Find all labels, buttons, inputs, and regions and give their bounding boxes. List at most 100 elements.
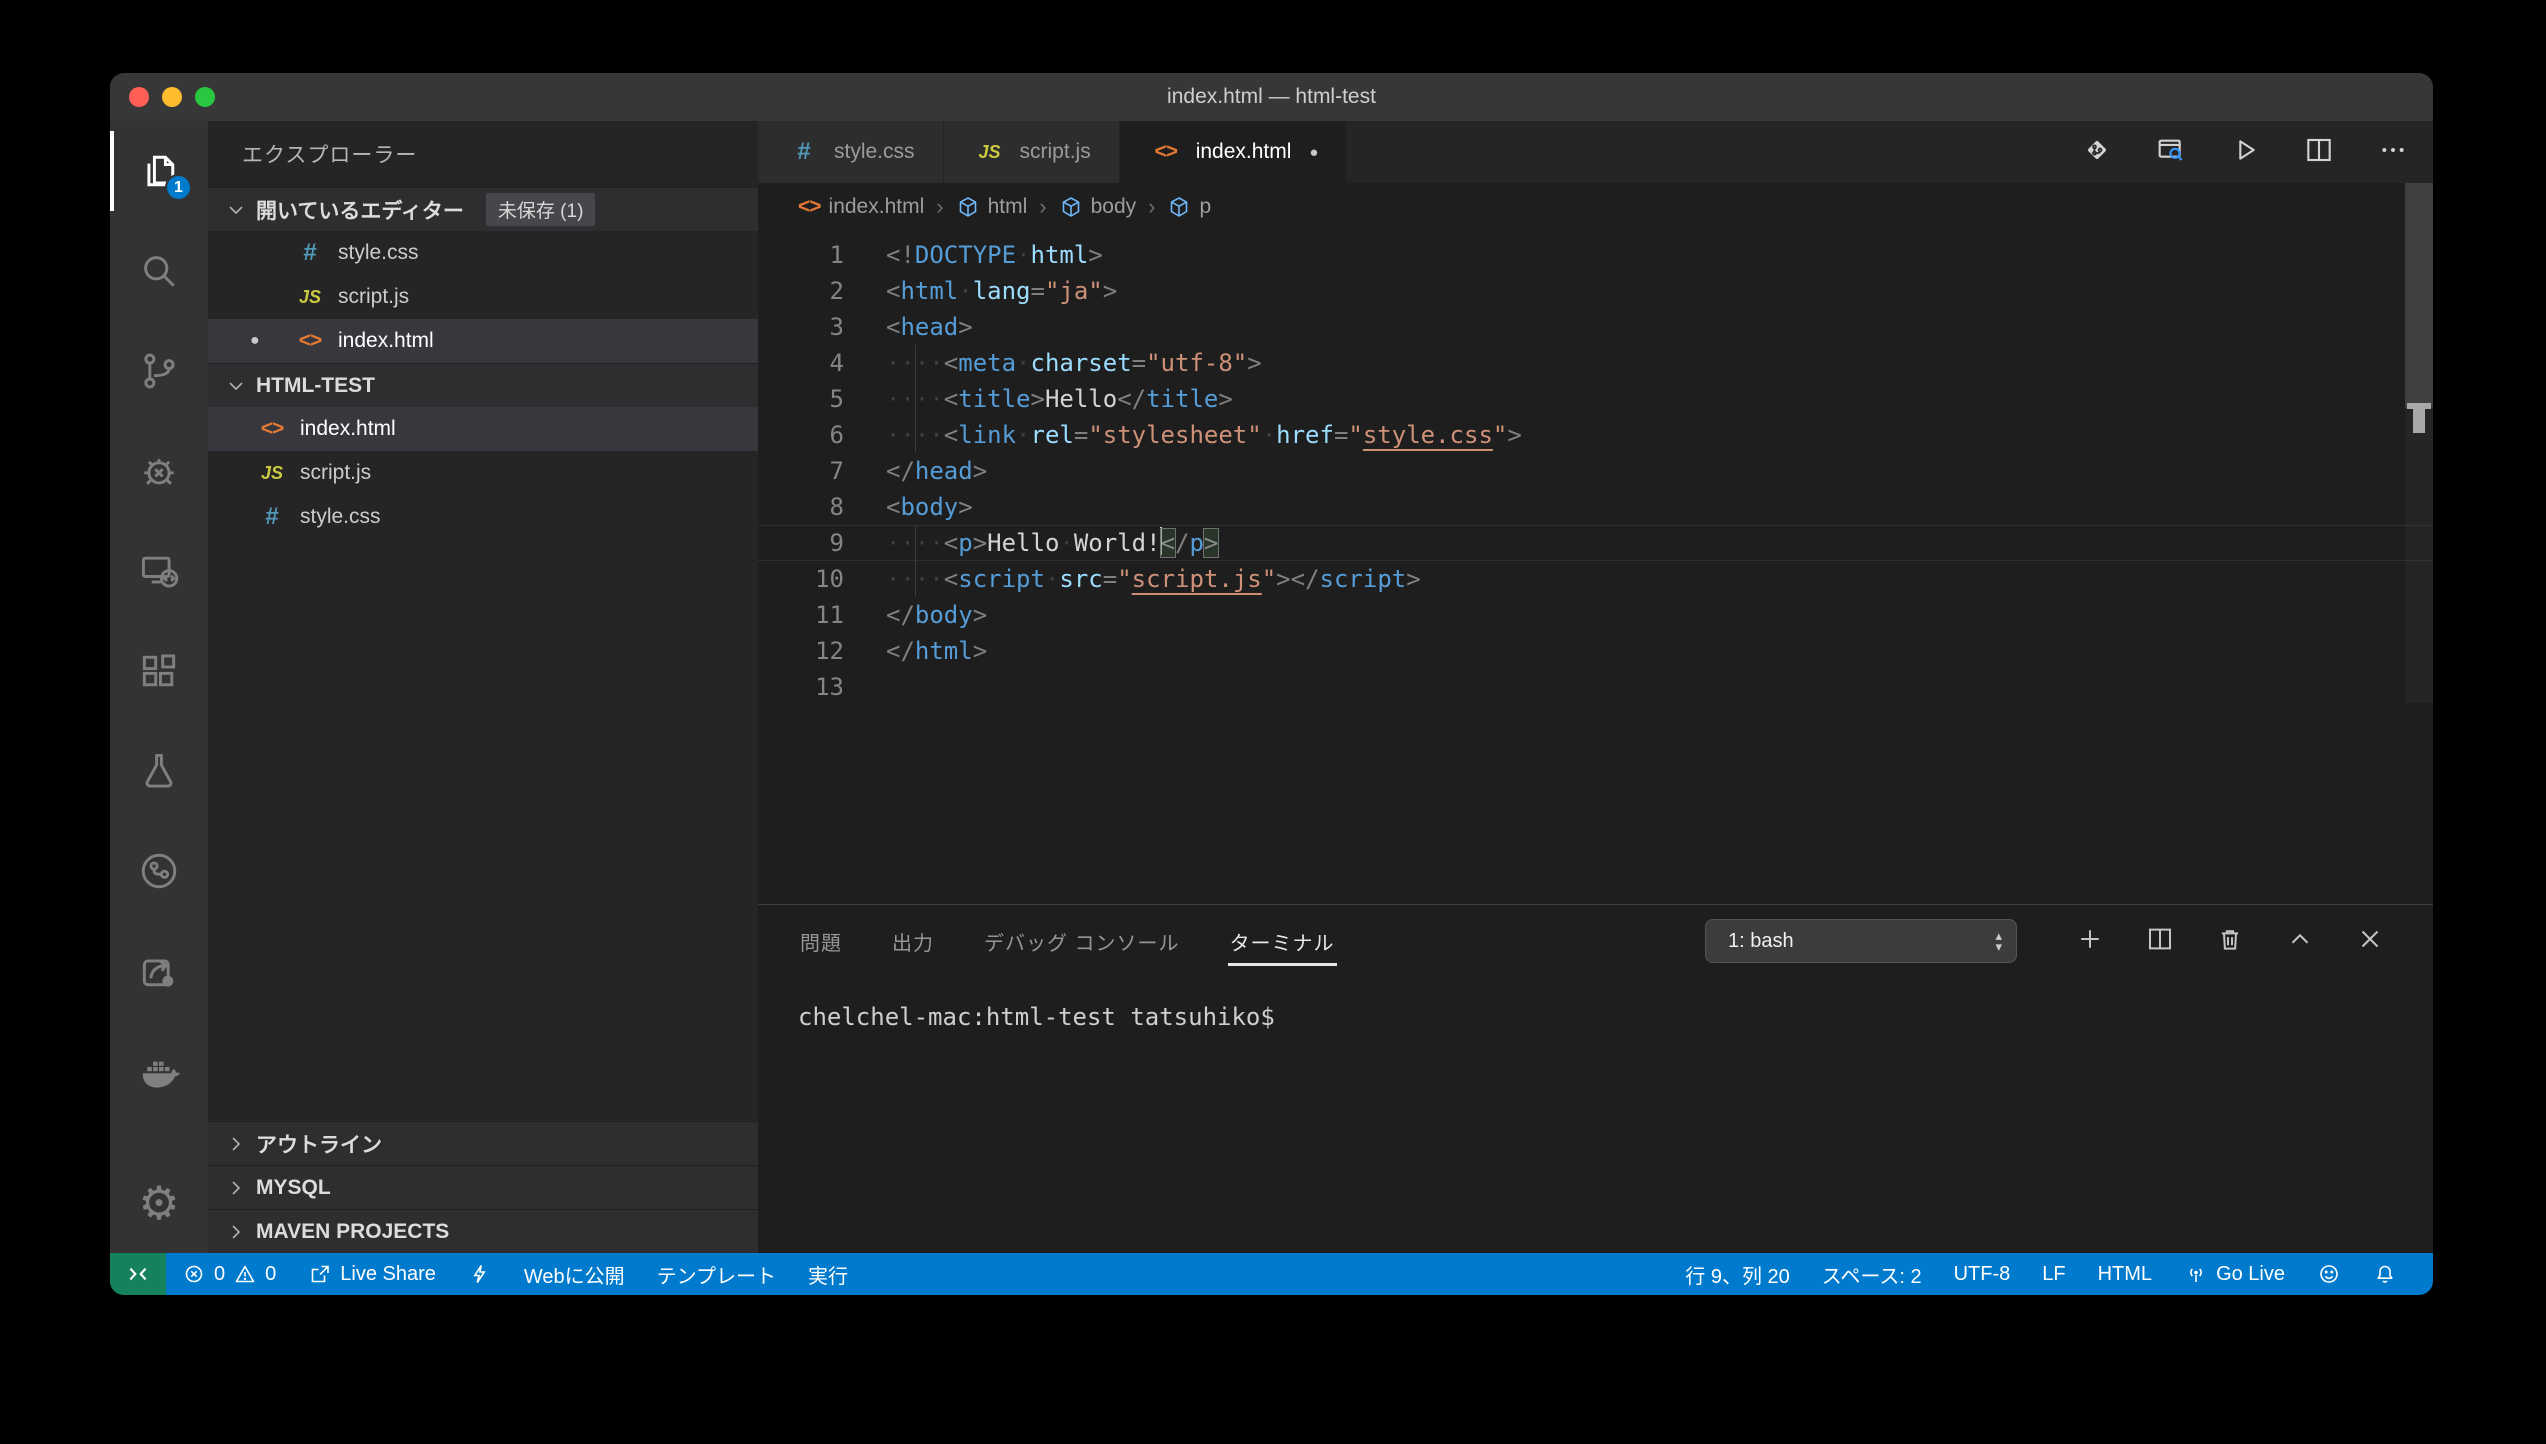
panel-tab-出力[interactable]: 出力 <box>890 917 936 966</box>
run-button[interactable] <box>2229 134 2261 171</box>
activity-item-manage[interactable]: ⚙ <box>110 1153 208 1253</box>
code-token: head <box>900 313 958 341</box>
section-header-MYSQL[interactable]: MYSQL <box>208 1165 758 1209</box>
status-flash[interactable] <box>452 1253 508 1295</box>
code-token: < <box>944 349 958 377</box>
git-icon <box>2081 134 2113 166</box>
more-button[interactable] <box>2377 134 2409 171</box>
activity-item-git-graph[interactable] <box>110 821 208 921</box>
status-live-share[interactable]: Live Share <box>292 1253 452 1295</box>
breadcrumb-separator: › <box>1039 194 1046 220</box>
trash-button[interactable] <box>2215 924 2245 959</box>
breadcrumb-item-index.html[interactable]: <>index.html <box>798 195 924 219</box>
open-editor-item-script.js[interactable]: JSscript.js <box>208 275 758 319</box>
status-go-live[interactable]: Go Live <box>2168 1253 2301 1295</box>
status-label: Go Live <box>2216 1263 2285 1286</box>
breadcrumb-item-html[interactable]: html <box>956 195 1028 219</box>
status-language-mode[interactable]: HTML <box>2082 1253 2168 1295</box>
activity-item-remote-explorer[interactable] <box>110 521 208 621</box>
status-feedback[interactable] <box>2301 1253 2357 1295</box>
section-header-アウトライン[interactable]: アウトライン <box>208 1121 758 1165</box>
code-text: <head> <box>886 309 973 345</box>
activity-item-source-control[interactable] <box>110 321 208 421</box>
extensions-icon <box>137 649 181 693</box>
code-token: > <box>1031 385 1045 413</box>
close-button[interactable] <box>2355 924 2385 959</box>
breadcrumb-item-body[interactable]: body <box>1059 195 1137 219</box>
status-publish-web[interactable]: Webに公開 <box>508 1253 641 1295</box>
open-editor-item-style.css[interactable]: #style.css <box>208 231 758 275</box>
code-token: > <box>973 637 987 665</box>
status-template[interactable]: テンプレート <box>641 1253 792 1295</box>
panel-tab-問題[interactable]: 問題 <box>798 917 844 966</box>
debug-icon <box>137 449 181 493</box>
activity-item-explorer[interactable]: 1 <box>110 121 208 221</box>
scrollbar-slider[interactable] <box>2405 183 2433 408</box>
code-token: < <box>944 529 958 557</box>
terminal-select-value: 1: bash <box>1728 930 1794 953</box>
open-editor-item-index.html[interactable]: ●<>index.html <box>208 319 758 363</box>
tab-index.html[interactable]: <>index.html● <box>1120 121 1348 183</box>
status-eol[interactable]: LF <box>2026 1253 2081 1295</box>
plus-button[interactable] <box>2075 924 2105 959</box>
status-problems[interactable]: 00 <box>166 1253 292 1295</box>
activity-item-deploy[interactable] <box>110 921 208 1021</box>
panel-tab-デバッグ コンソール[interactable]: デバッグ コンソール <box>982 917 1182 966</box>
status-cursor-position[interactable]: 行 9、列 20 <box>1669 1253 1805 1295</box>
git-button[interactable] <box>2081 134 2113 171</box>
status-encoding[interactable]: UTF-8 <box>1938 1253 2027 1295</box>
code-token: > <box>1218 385 1232 413</box>
tab-script.js[interactable]: JSscript.js <box>944 121 1120 183</box>
split-editor-button[interactable] <box>2303 134 2335 171</box>
activity-item-docker[interactable] <box>110 1021 208 1121</box>
code-token: > <box>1103 277 1117 305</box>
code-token: · <box>1045 565 1059 593</box>
activity-item-extensions[interactable] <box>110 621 208 721</box>
minimize-window-button[interactable] <box>162 87 182 107</box>
terminal-instance-select[interactable]: 1: bash ▴▾ <box>1705 919 2017 963</box>
activity-item-search[interactable] <box>110 221 208 321</box>
line-number: 12 <box>758 633 886 669</box>
status-label: 実行 <box>808 1260 848 1289</box>
breadcrumb-label: html <box>988 195 1028 219</box>
more-icon <box>2377 134 2409 166</box>
code-token: < <box>886 493 900 521</box>
section-header-MAVEN PROJECTS[interactable]: MAVEN PROJECTS <box>208 1209 758 1253</box>
trash-icon <box>2215 924 2245 954</box>
code-token: script <box>958 565 1045 593</box>
status-run[interactable]: 実行 <box>792 1253 864 1295</box>
code-editor[interactable]: 1<!DOCTYPE·html>2<html·lang="ja">3<head>… <box>758 231 2433 904</box>
file-label: script.js <box>300 461 371 485</box>
status-bar: 00Live Share Webに公開テンプレート実行 行 9、列 20スペース:… <box>110 1253 2433 1295</box>
chevron-up-button[interactable] <box>2285 924 2315 959</box>
tree-item-index.html[interactable]: <>index.html <box>208 407 758 451</box>
zoom-window-button[interactable] <box>195 87 215 107</box>
code-token: > <box>973 457 987 485</box>
breadcrumb-item-p[interactable]: p <box>1167 195 1211 219</box>
tree-item-script.js[interactable]: JSscript.js <box>208 451 758 495</box>
activity-item-debug[interactable] <box>110 421 208 521</box>
code-token: / <box>1175 529 1189 557</box>
file-label: index.html <box>300 417 396 441</box>
status-bar-left: 00Live Share Webに公開テンプレート実行 <box>166 1253 864 1295</box>
tree-item-style.css[interactable]: #style.css <box>208 495 758 539</box>
open-editors-section-header[interactable]: 開いているエディター未保存 (1) <box>208 187 758 231</box>
split-editor-button[interactable] <box>2145 924 2175 959</box>
status-indentation[interactable]: スペース: 2 <box>1806 1253 1938 1295</box>
activity-item-test-explorer[interactable] <box>110 721 208 821</box>
close-window-button[interactable] <box>129 87 149 107</box>
terminal-output[interactable]: chelchel-mac:html-test tatsuhiko$ <box>758 977 2433 1031</box>
code-token: charset <box>1031 349 1132 377</box>
remote-indicator[interactable] <box>110 1253 166 1295</box>
chevron-right-icon <box>224 1220 248 1244</box>
tab-style.css[interactable]: #style.css <box>758 121 944 183</box>
status-notifications[interactable] <box>2357 1253 2413 1295</box>
editor-scrollbar[interactable] <box>2405 183 2433 703</box>
panel-tab-ターミナル[interactable]: ターミナル <box>1228 917 1337 966</box>
code-token: = <box>1031 277 1045 305</box>
code-line: 6····<link·rel="stylesheet"·href="style.… <box>758 417 2433 453</box>
line-number: 3 <box>758 309 886 345</box>
folder-section-header[interactable]: HTML-TEST <box>208 363 758 407</box>
open-preview-button[interactable] <box>2155 134 2187 171</box>
code-token: "ja" <box>1045 277 1103 305</box>
